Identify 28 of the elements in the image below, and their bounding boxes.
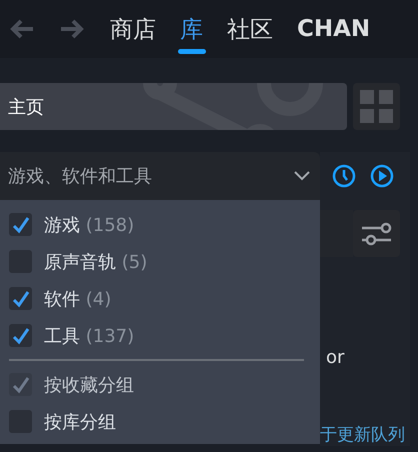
nav-tab[interactable]: 商店 — [108, 8, 158, 50]
nav-tab[interactable]: 库 — [178, 8, 205, 50]
collection-dropdown[interactable]: 游戏、软件和工具 — [0, 152, 320, 200]
sliders-icon — [360, 222, 392, 246]
checkbox[interactable] — [9, 250, 32, 273]
option-label[interactable]: 工具 (137) — [44, 324, 134, 348]
nav-tab[interactable]: 社区 — [225, 8, 275, 50]
checkbox[interactable] — [9, 410, 32, 433]
option-label[interactable]: 软件 (4) — [44, 286, 112, 310]
grid-view-button[interactable] — [353, 83, 400, 130]
checkbox[interactable] — [9, 324, 32, 347]
option-label[interactable]: 游戏 (158) — [44, 212, 134, 236]
filter-button[interactable] — [353, 210, 400, 257]
play-icon[interactable] — [370, 164, 394, 188]
forward-arrow-icon[interactable] — [58, 17, 86, 41]
nav-tab[interactable]: CHAN — [295, 10, 372, 48]
home-label: 主页 — [7, 96, 44, 118]
clock-icon[interactable] — [332, 164, 356, 188]
update-queue-link[interactable]: 于更新队列 — [320, 423, 410, 446]
home-bar[interactable]: 主页 — [0, 83, 347, 130]
back-arrow-icon[interactable] — [8, 17, 36, 41]
option-label[interactable]: 原声音轨 (5) — [44, 250, 148, 274]
game-title-text: or — [325, 347, 346, 368]
checkbox[interactable] — [9, 287, 32, 310]
grid-icon — [360, 90, 393, 123]
chevron-icon — [294, 171, 310, 181]
checkbox[interactable] — [9, 213, 32, 236]
option-label[interactable]: 按库分组 — [44, 410, 116, 434]
